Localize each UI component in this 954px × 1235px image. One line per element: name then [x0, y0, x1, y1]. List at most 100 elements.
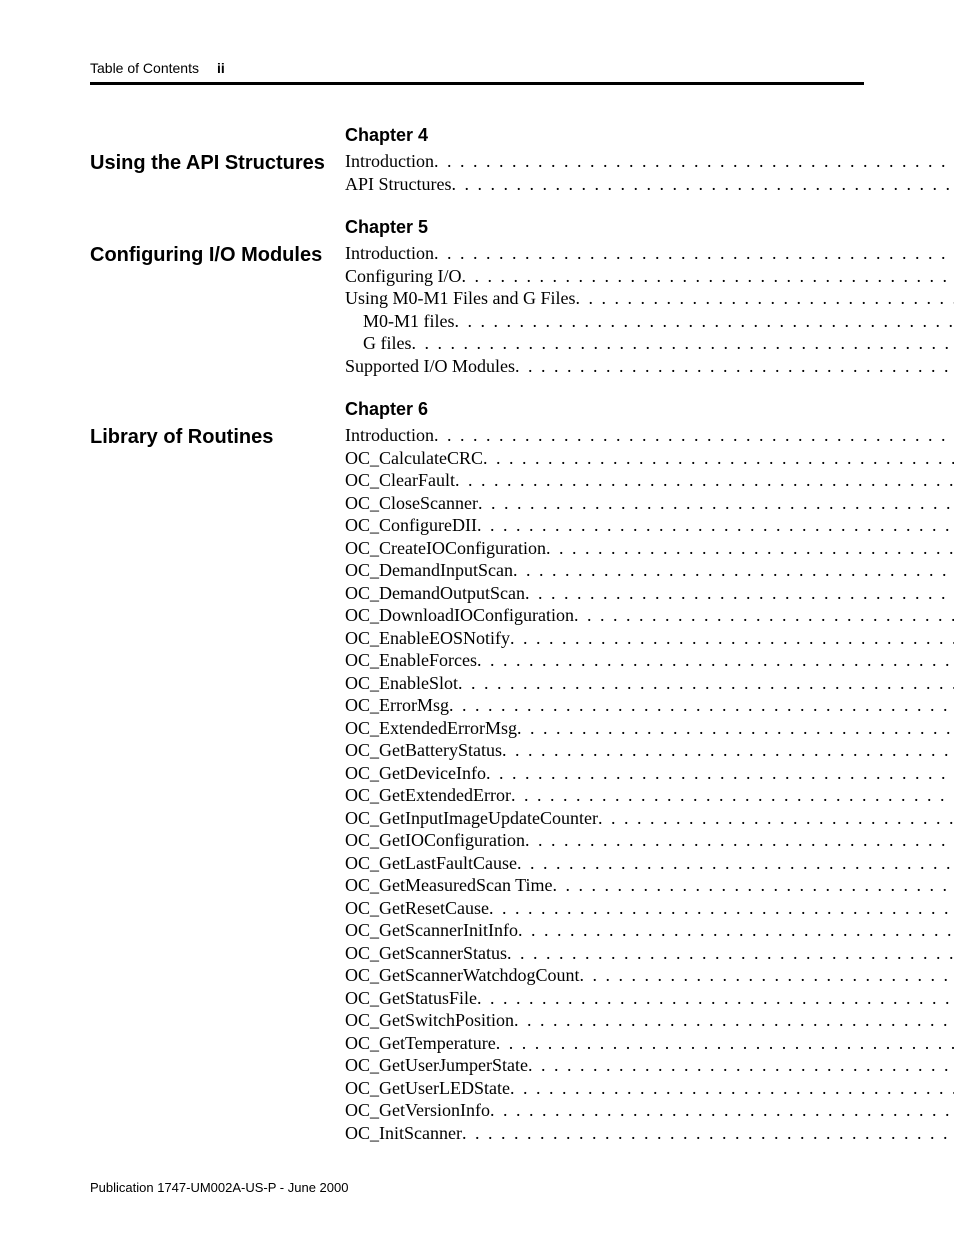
toc-dots	[502, 739, 954, 762]
toc-entry-label: OC_DemandInputScan	[345, 559, 513, 582]
toc-entry-label: OC_GetUserLEDState	[345, 1077, 510, 1100]
toc-entry-label: OC_ExtendedErrorMsg	[345, 717, 517, 740]
toc-dots	[511, 784, 954, 807]
toc-entry-label: OC_GetResetCause	[345, 897, 489, 920]
toc-entry: OC_GetResetCause 6-25	[345, 897, 954, 920]
toc-entry-label: OC_InitScanner	[345, 1122, 462, 1145]
toc-entry-label: OC_CloseScanner	[345, 492, 478, 515]
toc-dots	[455, 469, 954, 492]
toc-entry-label: OC_GetSwitchPosition	[345, 1009, 514, 1032]
toc-dots	[434, 242, 954, 265]
chapter-label: Chapter 4	[345, 125, 954, 146]
toc-section: Configuring I/O ModulesChapter 5Introduc…	[90, 217, 864, 377]
toc-entry-label: OC_GetScannerInitInfo	[345, 919, 518, 942]
toc-entry: API Structures 4-1	[345, 173, 954, 196]
toc-dots	[477, 514, 954, 537]
toc-entry-label: OC_GetTemperature	[345, 1032, 496, 1055]
toc-dots	[525, 582, 954, 605]
toc-dots	[598, 807, 954, 830]
toc-entry-label: Supported I/O Modules	[345, 355, 515, 378]
header-rule	[90, 82, 864, 85]
toc-entry: M0-M1 files 5-3	[345, 310, 954, 333]
toc-dots	[483, 447, 954, 470]
toc-entry-label: OC_GetVersionInfo	[345, 1099, 490, 1122]
toc-dots	[462, 265, 954, 288]
toc-entry-label: OC_GetDeviceInfo	[345, 762, 486, 785]
toc-entry: OC_InitScanner 6-39	[345, 1122, 954, 1145]
toc-dots	[517, 717, 954, 740]
header-page-number: ii	[217, 60, 225, 76]
toc-section: Using the API StructuresChapter 4Introdu…	[90, 125, 864, 195]
toc-entry: Configuring I/O 5-1	[345, 265, 954, 288]
toc-entry: OC_ExtendedErrorMsg 6-15	[345, 717, 954, 740]
toc-entry-label: M0-M1 files	[345, 310, 455, 333]
toc-dots	[510, 1077, 954, 1100]
section-right: Chapter 5Introduction 5-1Configuring I/O…	[345, 217, 954, 377]
toc-dots	[528, 1054, 954, 1077]
section-left: Library of Routines	[90, 399, 345, 449]
page: Table of Contents ii Using the API Struc…	[0, 0, 954, 1235]
toc-entry-label: OC_EnableForces	[345, 649, 477, 672]
toc-dots	[486, 762, 954, 785]
section-left: Using the API Structures	[90, 125, 345, 175]
section-right: Chapter 6 Introduction 6-1OC_CalculateCRC…	[345, 399, 954, 1144]
toc-entry: OC_GetMeasuredScan Time 6-24	[345, 874, 954, 897]
toc-entry-label: OC_GetMeasuredScan Time	[345, 874, 552, 897]
toc-entry: OC_GetUserJumperState 6-36	[345, 1054, 954, 1077]
toc-dots	[574, 604, 954, 627]
toc-entry: OC_CreateIOConfiguration 6-6	[345, 537, 954, 560]
toc-body: Using the API StructuresChapter 4Introdu…	[90, 125, 864, 1144]
toc-dots	[477, 987, 954, 1010]
toc-dots	[458, 672, 954, 695]
toc-entry: OC_GetScannerInitInfo 6-26	[345, 919, 954, 942]
toc-entry-label: OC_EnableSlot	[345, 672, 458, 695]
toc-dots	[580, 964, 954, 987]
toc-dots	[452, 173, 954, 196]
section-left: Configuring I/O Modules	[90, 217, 345, 267]
toc-entry-label: OC_CalculateCRC	[345, 447, 483, 470]
toc-entry: OC_GetTemperature 6-35	[345, 1032, 954, 1055]
toc-entry: OC_GetUserLEDState 6-37	[345, 1077, 954, 1100]
toc-entry-label: Introduction	[345, 150, 434, 173]
toc-entry-label: OC_DownloadIOConfiguration	[345, 604, 574, 627]
toc-dots	[515, 355, 954, 378]
toc-dots	[514, 1009, 954, 1032]
toc-entry: Introduction 6-1	[345, 424, 954, 447]
toc-entry: OC_GetScannerStatus 6-27	[345, 942, 954, 965]
toc-dots	[449, 694, 954, 717]
toc-entry: OC_GetInputImageUpdateCounter 6-20	[345, 807, 954, 830]
toc-entry: OC_GetLastFaultCause 6-22	[345, 852, 954, 875]
toc-entry-label: OC_ConfigureDII	[345, 514, 477, 537]
toc-entry-label: OC_GetScannerStatus	[345, 942, 507, 965]
toc-dots	[552, 874, 954, 897]
toc-entry-label: OC_GetExtendedError	[345, 784, 511, 807]
toc-entry-label: OC_GetIOConfiguration	[345, 829, 525, 852]
toc-dots	[455, 310, 954, 333]
toc-dots	[462, 1122, 954, 1145]
toc-entry: OC_GetExtendedError 6-19	[345, 784, 954, 807]
running-header: Table of Contents ii	[90, 60, 864, 76]
toc-entry-label: OC_GetInputImageUpdateCounter	[345, 807, 598, 830]
toc-entry: OC_ClearFault 6-2	[345, 469, 954, 492]
toc-entry: G files 5-3	[345, 332, 954, 355]
toc-dots	[546, 537, 954, 560]
toc-entry: Introduction 4-1	[345, 150, 954, 173]
toc-entry-label: OC_CreateIOConfiguration	[345, 537, 546, 560]
toc-entry-label: API Structures	[345, 173, 452, 196]
toc-entry-label: OC_GetUserJumperState	[345, 1054, 528, 1077]
toc-dots	[576, 287, 954, 310]
toc-dots	[490, 1099, 954, 1122]
toc-entry-label: Configuring I/O	[345, 265, 462, 288]
section-title: Library of Routines	[90, 425, 335, 449]
chapter-label: Chapter 6	[345, 399, 954, 420]
toc-entry-label: OC_GetBatteryStatus	[345, 739, 502, 762]
toc-dots	[525, 829, 954, 852]
toc-dots	[513, 559, 954, 582]
section-title: Using the API Structures	[90, 151, 335, 175]
toc-dots	[510, 627, 954, 650]
toc-entry: OC_ErrorMsg 6-14	[345, 694, 954, 717]
toc-entry: OC_GetVersionInfo 6-38	[345, 1099, 954, 1122]
toc-entry: OC_CalculateCRC 6-1	[345, 447, 954, 470]
toc-entry-label: Introduction	[345, 242, 434, 265]
toc-dots	[489, 897, 954, 920]
